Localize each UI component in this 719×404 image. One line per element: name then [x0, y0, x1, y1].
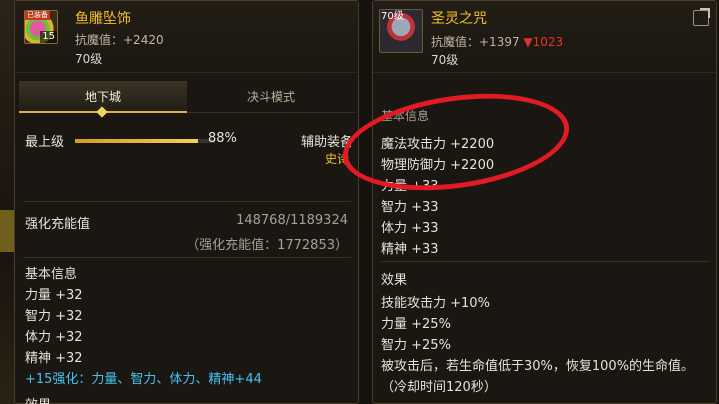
tab-dungeon[interactable]: 地下城 — [19, 81, 187, 118]
item-name: 鱼雕坠饰 — [75, 11, 131, 27]
tab-pvp[interactable]: 决斗模式 — [187, 81, 355, 113]
divider — [23, 257, 351, 258]
stat-line: 精神 +32 — [25, 351, 83, 366]
magic-resist-diff: ▼1023 — [523, 35, 564, 49]
active-tab-indicator — [96, 106, 108, 118]
effect-line: 力量 +25% — [381, 317, 451, 332]
effect-title: 效果 — [381, 273, 408, 288]
equipped-tag: 已装备 — [25, 11, 50, 20]
stat-line: 体力 +32 — [25, 330, 83, 345]
divider — [381, 261, 709, 262]
stat-line: 力量 +32 — [25, 288, 83, 303]
stat-line: 精神 +33 — [381, 242, 439, 257]
item-tooltip-left: 已装备 15 鱼雕坠饰 抗魔值：+2420 70级 地下城 决斗模式 最上级 8… — [14, 0, 359, 404]
grade-percent: 88% — [208, 131, 237, 146]
enhance-total: （强化充能值：1772853） — [186, 238, 348, 253]
item-name: 圣灵之咒 — [431, 11, 487, 27]
item-level: 70级 — [75, 52, 103, 66]
enhance-value: 148768/1189324 — [236, 213, 348, 228]
item-tooltip-right: 70级 圣灵之咒 抗魔值：+1397 ▼1023 70级 基本信息 魔法攻击力 … — [372, 0, 717, 404]
stat-line: 智力 +33 — [381, 200, 439, 215]
stat-line: 智力 +32 — [25, 309, 83, 324]
stat-line: 体力 +33 — [381, 221, 439, 236]
magic-resist: 抗魔值：+1397 ▼1023 — [431, 33, 563, 50]
item-level: 70级 — [431, 53, 459, 67]
background-mark — [0, 210, 14, 252]
grade-label: 最上级 — [25, 135, 65, 150]
pendant-icon[interactable]: 已装备 15 — [24, 10, 58, 44]
grade-progress-fill — [75, 139, 199, 143]
enhance-label: 强化充能值 — [25, 217, 91, 232]
effect-line: 智力 +25% — [381, 338, 451, 353]
grade-progress-bar — [75, 139, 215, 143]
magic-resist: 抗魔值：+2420 — [75, 33, 164, 47]
effect-title: 效果 — [25, 394, 51, 404]
effect-line: 被攻击后，若生命值低于30%，恢复100%的生命值。 — [381, 359, 695, 374]
effect-line: 技能攻击力 +10% — [381, 296, 490, 311]
tab-label: 决斗模式 — [246, 90, 295, 104]
share-icon[interactable] — [693, 10, 709, 26]
enhance-bonus: +15强化：力量、智力、体力、精神+44 — [25, 372, 262, 387]
tooltip-header — [15, 1, 358, 73]
item-level-badge: 70级 — [381, 11, 404, 22]
mode-tabs: 地下城 决斗模式 — [19, 81, 355, 118]
tab-label: 地下城 — [84, 90, 121, 104]
effect-line: （冷却时间120秒） — [381, 380, 497, 395]
divider — [23, 201, 351, 202]
enhance-level-badge: 15 — [40, 31, 57, 43]
holy-spirit-charm-icon[interactable]: 70级 — [379, 9, 423, 53]
magic-resist-value: 抗魔值：+1397 — [431, 35, 524, 49]
basic-info-title: 基本信息 — [25, 267, 78, 282]
